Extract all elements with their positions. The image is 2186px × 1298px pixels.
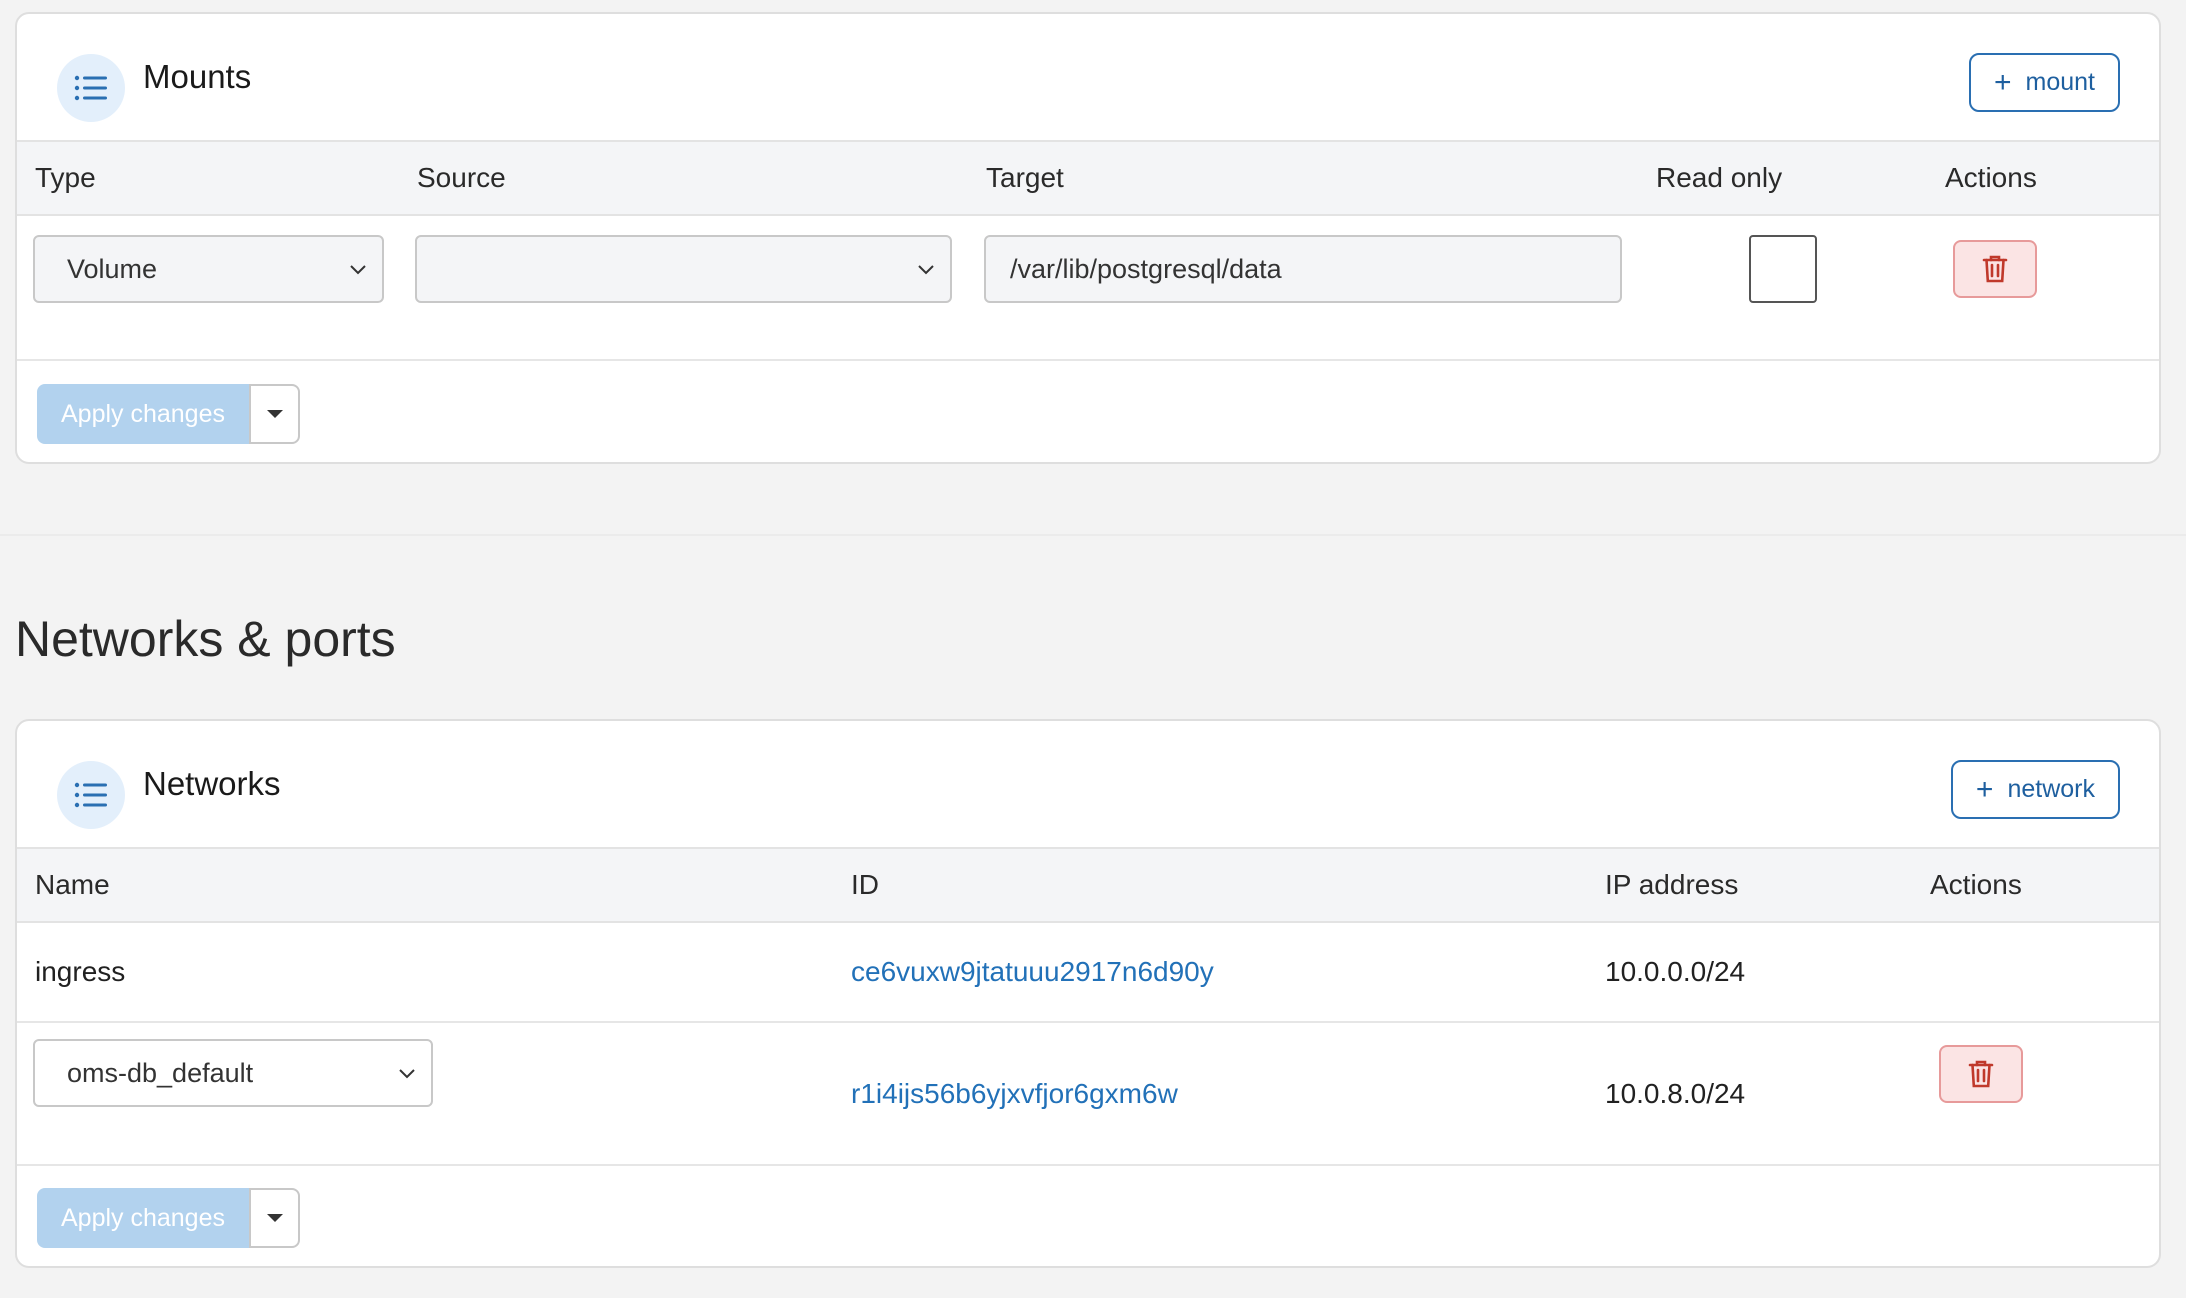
mounts-title: Mounts [143, 58, 252, 95]
network-name-value: oms-db_default [67, 1057, 254, 1088]
chevron-down-icon [918, 265, 934, 275]
network-ip: 10.0.0.0/24 [1605, 956, 1746, 987]
networks-table-head: Name ID IP address Actions [17, 849, 2159, 923]
delete-network-button[interactable] [1939, 1045, 2023, 1103]
table-row: oms-db_default r1i4ijs56b6yjxvfjor6gxm6w… [17, 1023, 2159, 1166]
networks-header: Networks + network [17, 721, 2159, 849]
section-title: Networks & ports [15, 611, 396, 667]
column-header-source: Source [417, 162, 506, 193]
mount-target-input[interactable]: /var/lib/postgresql/data [984, 235, 1622, 303]
apply-options-dropdown[interactable] [249, 1188, 300, 1248]
column-header-ip-address: IP address [1605, 869, 1739, 900]
mount-type-select[interactable]: Volume [33, 235, 384, 303]
network-name: ingress [35, 956, 126, 987]
networks-title: Networks [143, 765, 281, 802]
mounts-table-head: Type Source Target Read only Actions [17, 142, 2159, 216]
add-network-button[interactable]: + network [1950, 760, 2120, 819]
column-header-name: Name [35, 869, 110, 900]
add-mount-label: mount [2025, 68, 2095, 96]
column-header-id: ID [851, 869, 879, 900]
apply-changes-button[interactable]: Apply changes [37, 1188, 249, 1248]
list-icon [57, 761, 125, 829]
column-header-actions: Actions [1945, 162, 2037, 193]
trash-icon [1982, 255, 2008, 283]
section-divider [0, 534, 2186, 536]
column-header-read-only: Read only [1656, 162, 1783, 193]
mounts-card: Mounts + mount Type Source Target Read o… [15, 12, 2161, 464]
plus-icon: + [1975, 772, 1994, 806]
delete-mount-button[interactable] [1953, 240, 2037, 298]
apply-options-dropdown[interactable] [249, 384, 300, 444]
column-header-actions: Actions [1930, 869, 2022, 900]
apply-changes-button[interactable]: Apply changes [37, 384, 249, 444]
mounts-apply-split-button: Apply changes [37, 384, 300, 444]
table-row: ingress ce6vuxw9jtatuuu2917n6d90y 10.0.0… [17, 923, 2159, 1023]
plus-icon: + [1993, 65, 2012, 99]
mounts-footer: Apply changes [17, 362, 2159, 462]
mount-type-value: Volume [67, 253, 158, 284]
caret-down-icon [266, 410, 283, 418]
network-id-link[interactable]: r1i4ijs56b6yjxvfjor6gxm6w [851, 1078, 1178, 1110]
networks-apply-split-button: Apply changes [37, 1188, 300, 1248]
column-header-target: Target [986, 162, 1064, 193]
network-id-link[interactable]: ce6vuxw9jtatuuu2917n6d90y [851, 956, 1214, 988]
network-name-select[interactable]: oms-db_default [33, 1039, 433, 1107]
network-ip: 10.0.8.0/24 [1605, 1077, 1746, 1109]
add-network-label: network [2007, 775, 2095, 803]
mount-source-select[interactable] [415, 235, 952, 303]
networks-footer: Apply changes [17, 1166, 2159, 1266]
list-icon [57, 54, 125, 122]
chevron-down-icon [350, 265, 366, 275]
caret-down-icon [266, 1214, 283, 1222]
networks-card: Networks + network Name ID IP address Ac… [15, 719, 2161, 1268]
chevron-down-icon [399, 1069, 415, 1079]
column-header-type: Type [35, 162, 96, 193]
trash-icon [1968, 1060, 1994, 1088]
add-mount-button[interactable]: + mount [1968, 53, 2120, 112]
table-row: Volume /var/lib/postgresql/data [17, 216, 2159, 361]
mount-target-value: /var/lib/postgresql/data [1010, 253, 1282, 284]
mounts-header: Mounts + mount [17, 14, 2159, 142]
read-only-cell [1654, 235, 1912, 303]
read-only-checkbox[interactable] [1749, 235, 1817, 303]
